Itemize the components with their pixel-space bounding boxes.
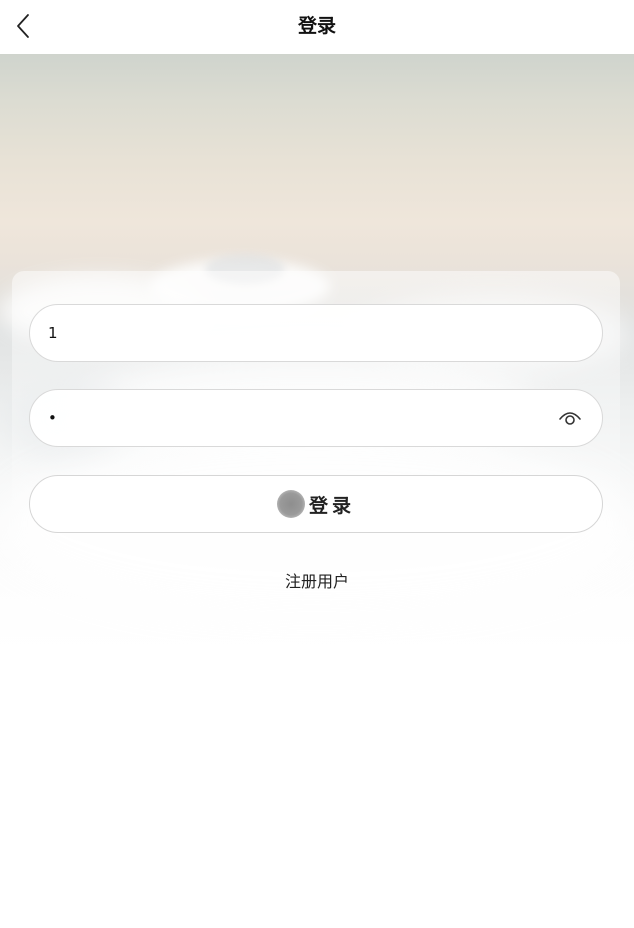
nav-bar: 登录 bbox=[0, 0, 634, 54]
login-page: 登录 登录 注册用户 bbox=[0, 0, 634, 928]
username-field[interactable] bbox=[29, 304, 603, 362]
username-input[interactable] bbox=[48, 305, 548, 361]
password-field[interactable] bbox=[29, 389, 603, 447]
eye-icon[interactable] bbox=[558, 407, 582, 429]
register-link[interactable]: 注册用户 bbox=[0, 568, 634, 592]
password-input[interactable] bbox=[48, 390, 548, 446]
page-title: 登录 bbox=[297, 15, 336, 37]
login-button-label: 登录 bbox=[308, 494, 355, 517]
login-button[interactable]: 登录 bbox=[29, 475, 603, 533]
spinner-icon bbox=[276, 490, 305, 518]
